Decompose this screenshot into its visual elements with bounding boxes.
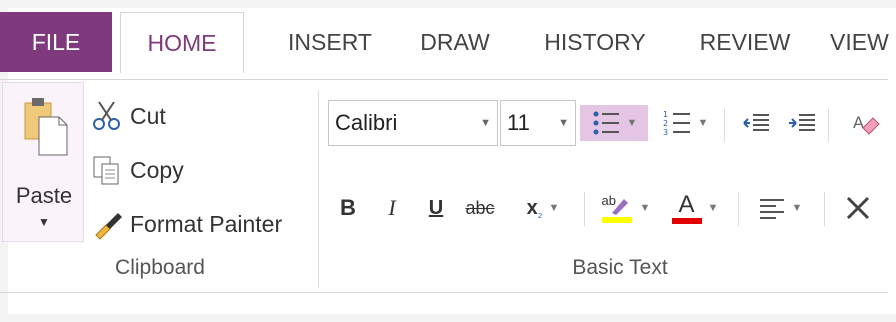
svg-text:3: 3 xyxy=(663,128,668,137)
tab-divider xyxy=(0,79,888,80)
chevron-down-icon: ▼ xyxy=(639,202,651,214)
numbered-list-icon: 1 2 3 xyxy=(663,110,690,137)
subscript-mark: ₂ xyxy=(537,206,543,220)
italic-button[interactable]: I xyxy=(378,190,406,226)
font-color-swatch xyxy=(671,218,702,224)
clipboard-icon xyxy=(24,98,68,156)
chevron-down-icon: ▼ xyxy=(626,117,638,129)
highlighter-icon xyxy=(601,199,632,223)
tab-view[interactable]: VIEW xyxy=(830,12,896,72)
toolbar-divider xyxy=(724,108,725,142)
decrease-indent-icon xyxy=(743,114,769,131)
tab-insert[interactable]: INSERT xyxy=(280,12,380,72)
paragraph-alignment-button[interactable]: ▼ xyxy=(748,190,812,226)
font-size-dropdown[interactable]: 11 ▼ xyxy=(500,100,576,146)
chevron-down-icon: ▼ xyxy=(558,117,569,129)
tab-home[interactable]: HOME xyxy=(120,12,244,73)
subscript-button[interactable]: x ₂ ▼ xyxy=(508,190,578,226)
font-color-letter: A xyxy=(678,191,695,218)
toolbar-divider xyxy=(824,192,825,226)
svg-text:A: A xyxy=(853,113,864,132)
strikethrough-button[interactable]: abc xyxy=(460,190,500,226)
format-painter-button[interactable]: Format Painter xyxy=(90,204,282,244)
align-left-icon xyxy=(759,199,784,219)
subscript-letter: x xyxy=(526,196,538,219)
tab-history[interactable]: HISTORY xyxy=(540,12,650,72)
cut-button[interactable]: Cut xyxy=(90,96,166,136)
basic-text-group-label: Basic Text xyxy=(572,256,668,279)
decrease-indent-button[interactable] xyxy=(736,105,776,141)
bullet-list-icon xyxy=(593,111,619,135)
format-painter-label: Format Painter xyxy=(130,210,283,237)
svg-text:1: 1 xyxy=(663,110,668,119)
tab-file[interactable]: FILE xyxy=(0,12,112,72)
font-color-button[interactable]: A ▼ xyxy=(664,190,726,226)
paste-label: Paste xyxy=(15,183,73,208)
chevron-down-icon: ▼ xyxy=(697,117,709,129)
cut-label: Cut xyxy=(130,102,166,129)
chevron-down-icon: ▼ xyxy=(548,202,560,214)
bold-button[interactable]: B xyxy=(334,190,362,226)
svg-text:2: 2 xyxy=(663,119,668,128)
increase-indent-button[interactable] xyxy=(782,105,822,141)
tab-draw[interactable]: DRAW xyxy=(410,12,500,72)
chevron-down-icon: ▼ xyxy=(791,202,803,214)
scissors-icon xyxy=(93,101,120,130)
paintbrush-icon xyxy=(95,213,122,240)
clipboard-group-label: Clipboard xyxy=(115,256,205,279)
chevron-down-icon: ▼ xyxy=(707,202,719,214)
copy-label: Copy xyxy=(130,156,184,183)
toolbar-divider xyxy=(584,192,585,226)
highlight-button[interactable]: ab ▼ xyxy=(594,190,656,226)
bullets-button[interactable]: ▼ xyxy=(580,105,648,141)
font-size-value: 11 xyxy=(507,110,530,135)
copy-icon xyxy=(93,156,119,185)
toolbar-divider xyxy=(828,108,829,142)
close-icon xyxy=(846,196,870,220)
numbering-button[interactable]: 1 2 3 ▼ xyxy=(652,105,718,141)
font-name-value: Calibri xyxy=(335,110,398,135)
paste-button[interactable]: Paste ▼ xyxy=(2,82,84,242)
tab-review[interactable]: REVIEW xyxy=(695,12,795,72)
underline-button[interactable]: U xyxy=(422,190,450,226)
font-name-dropdown[interactable]: Calibri ▼ xyxy=(328,100,498,146)
chevron-down-icon: ▼ xyxy=(38,215,50,229)
ribbon-bottom-border xyxy=(0,292,888,293)
chevron-down-icon: ▼ xyxy=(480,117,491,129)
copy-button[interactable]: Copy xyxy=(90,150,184,190)
group-divider xyxy=(318,90,319,288)
clear-formatting-button[interactable]: A xyxy=(846,105,886,141)
toolbar-divider xyxy=(738,192,739,226)
increase-indent-icon xyxy=(789,114,815,131)
delete-button[interactable] xyxy=(838,190,878,226)
eraser-icon: A xyxy=(853,113,880,135)
